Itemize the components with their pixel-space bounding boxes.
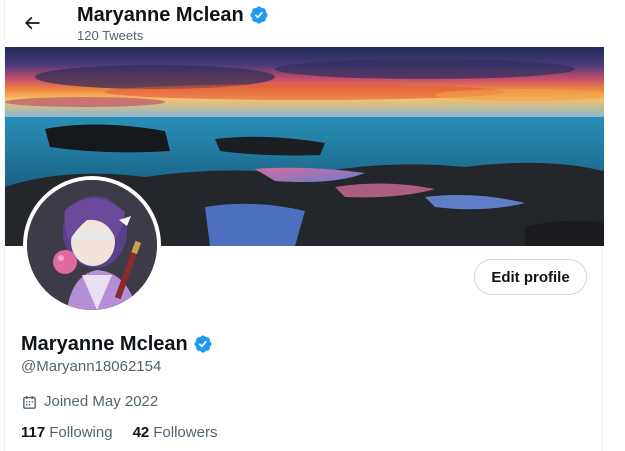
- followers-count: 42: [132, 424, 150, 441]
- top-bar: Maryanne Mclean 120 Tweets: [5, 0, 604, 47]
- back-button[interactable]: [17, 8, 47, 38]
- profile-column: Maryanne Mclean 120 Tweets Edit profile …: [4, 0, 604, 451]
- following-count: 117: [21, 424, 46, 441]
- avatar[interactable]: [23, 176, 161, 314]
- anime-character-avatar-image: [27, 180, 157, 310]
- profile-handle: @Maryann18062154: [21, 358, 162, 375]
- following-link[interactable]: 117 Following: [21, 423, 113, 443]
- edit-profile-button[interactable]: Edit profile: [474, 259, 587, 295]
- verified-badge-icon: [249, 5, 269, 25]
- header-name: Maryanne Mclean: [77, 4, 244, 26]
- calendar-icon: [23, 395, 36, 409]
- joined-text: Joined May 2022: [44, 393, 159, 410]
- tweet-count: 120 Tweets: [77, 28, 144, 43]
- followers-link[interactable]: 42 Followers: [133, 423, 218, 443]
- followers-label: Followers: [153, 424, 218, 441]
- arrow-left-icon: [24, 16, 40, 30]
- profile-display-name: Maryanne Mclean: [21, 332, 213, 356]
- follow-stats: 117 Following 42 Followers: [21, 423, 217, 443]
- joined-date: Joined May 2022: [21, 392, 158, 412]
- header-title: Maryanne Mclean: [77, 3, 269, 27]
- following-label: Following: [49, 424, 113, 441]
- verified-badge-icon: [193, 334, 213, 354]
- display-name-text: Maryanne Mclean: [21, 333, 188, 355]
